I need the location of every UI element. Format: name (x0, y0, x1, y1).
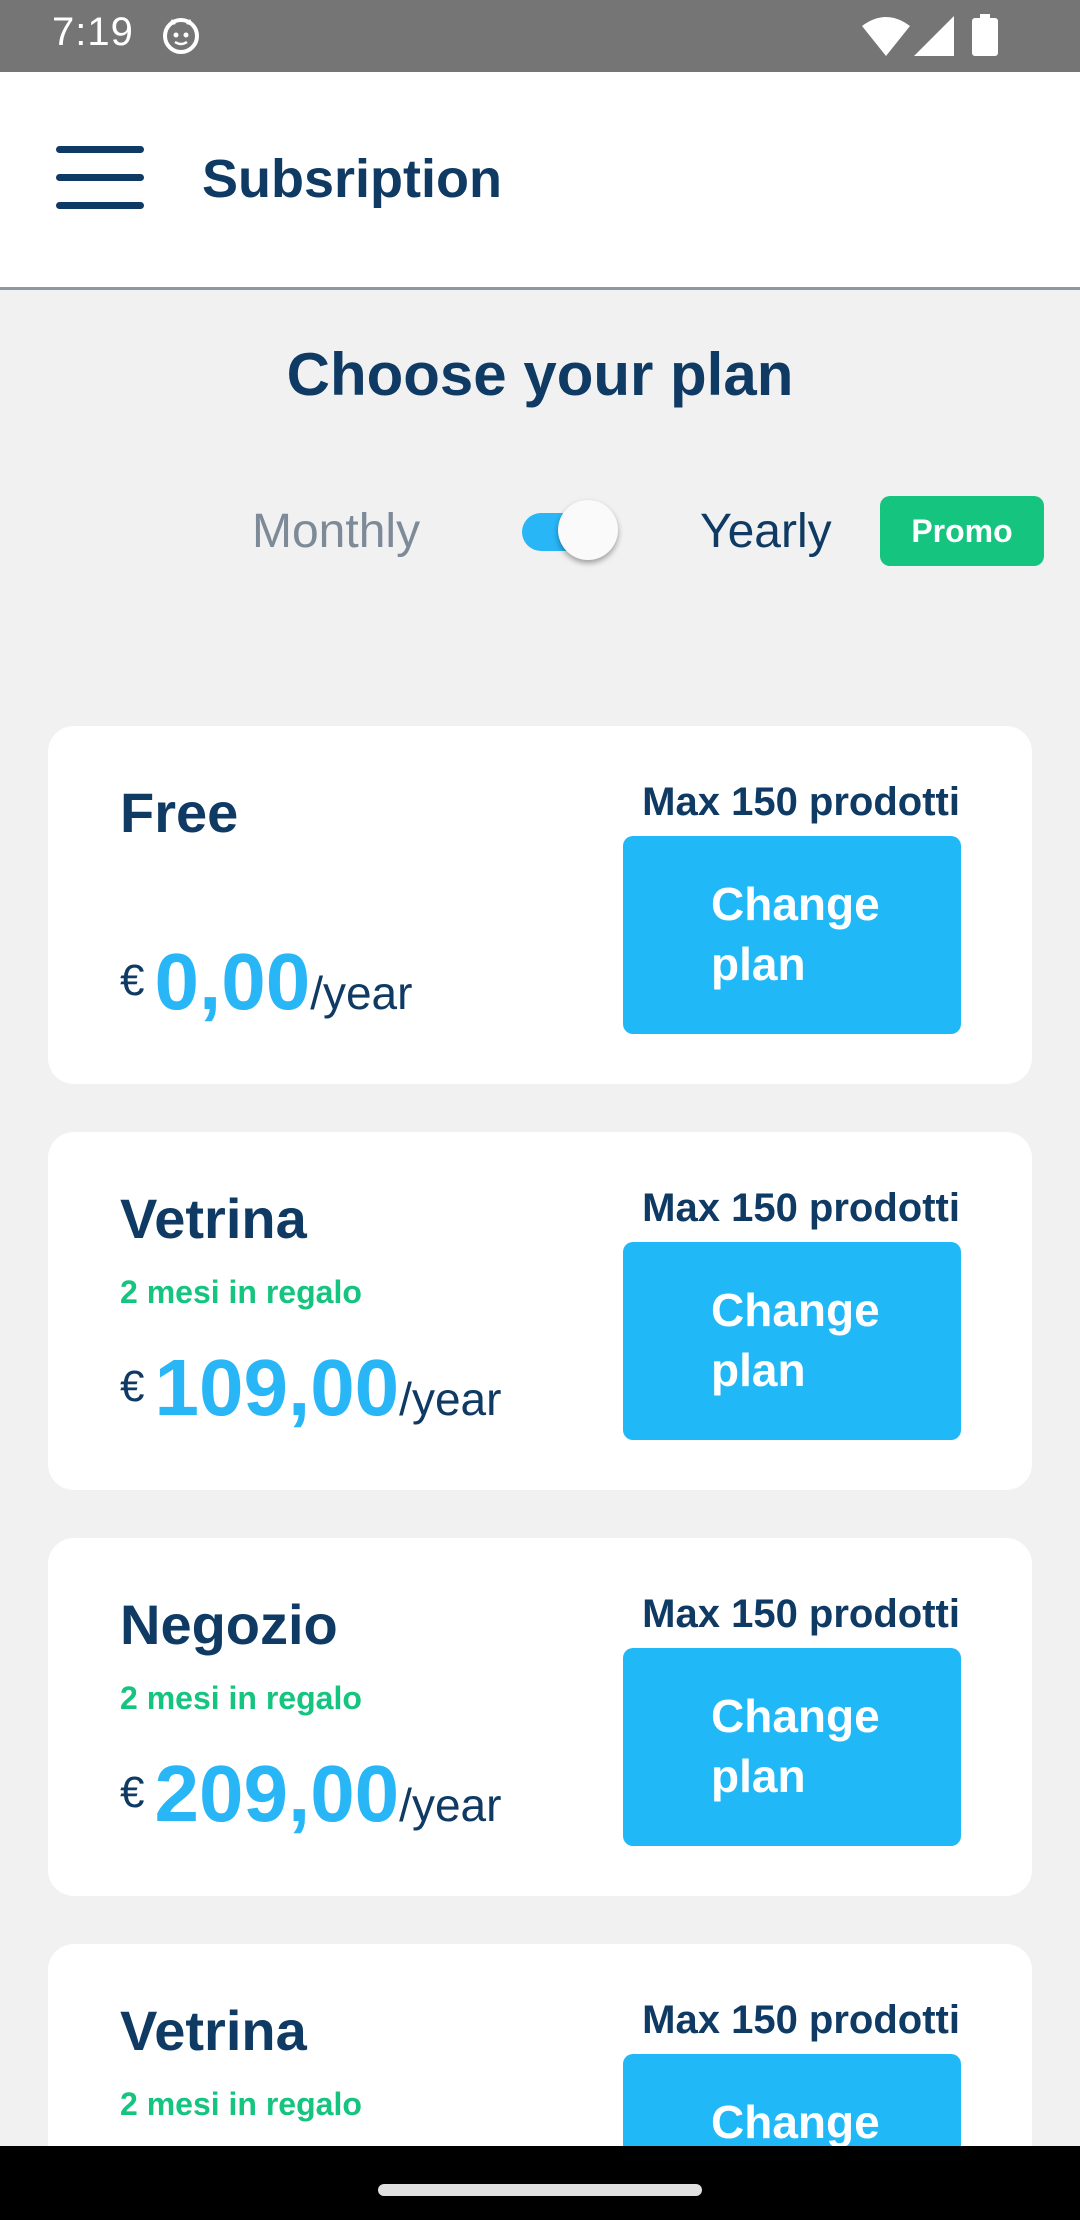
plan-limit: Max 150 prodotti (642, 780, 960, 824)
status-bar: 7:19 (0, 0, 1080, 72)
home-indicator[interactable] (378, 2184, 702, 2196)
price-amount: 209,00 (154, 1749, 400, 1838)
change-plan-button-line2: plan (711, 1750, 806, 1802)
app-title: Subsription (202, 149, 502, 209)
plan-name: Negozio (120, 1593, 338, 1656)
change-plan-button-line1: Change (711, 2096, 880, 2148)
plan-limit: Max 150 prodotti (642, 1186, 960, 1230)
plan-promo-text: 2 mesi in regalo (120, 1274, 362, 1310)
change-plan-button[interactable]: Change plan (623, 1242, 961, 1440)
change-plan-button-line2: plan (711, 938, 806, 990)
price-amount: 0,00 (154, 937, 311, 1026)
plan-card-free: Free Max 150 prodotti €0,00/year Change … (48, 726, 1032, 1084)
change-plan-button-line1: Change (711, 878, 880, 930)
monthly-label[interactable]: Monthly (252, 504, 420, 559)
change-plan-button[interactable]: Change plan (623, 836, 961, 1034)
price-period: /year (399, 1779, 502, 1831)
promo-badge: Promo (880, 496, 1044, 566)
billing-period-toggle[interactable] (520, 500, 618, 560)
plan-promo-text: 2 mesi in regalo (120, 1680, 362, 1716)
system-navigation-bar (0, 2146, 1080, 2220)
change-plan-button-line1: Change (711, 1690, 880, 1742)
plan-price: €109,00/year (120, 1342, 501, 1434)
plan-name: Free (120, 781, 239, 844)
status-time: 7:19 (52, 10, 134, 54)
price-amount: 109,00 (154, 1343, 400, 1432)
change-plan-button[interactable]: Change plan (623, 1648, 961, 1846)
plan-price: €0,00/year (120, 936, 412, 1028)
plan-card-negozio: Negozio 2 mesi in regalo Max 150 prodott… (48, 1538, 1032, 1896)
plan-card-vetrina: Vetrina 2 mesi in regalo Max 150 prodott… (48, 1132, 1032, 1490)
app-bar: Subsription (0, 72, 1080, 290)
page-heading: Choose your plan (286, 341, 794, 408)
price-period: /year (310, 967, 413, 1019)
plan-name: Vetrina (120, 1187, 307, 1250)
price-currency: € (120, 1362, 145, 1411)
toggle-thumb (558, 500, 618, 560)
change-plan-button-line2: plan (711, 1344, 806, 1396)
plan-limit: Max 150 prodotti (642, 1998, 960, 2042)
price-currency: € (120, 956, 145, 1005)
plan-price: €209,00/year (120, 1748, 501, 1840)
plan-name: Vetrina (120, 1999, 307, 2062)
price-period: /year (399, 1373, 502, 1425)
change-plan-button-line1: Change (711, 1284, 880, 1336)
wifi-icon (862, 17, 910, 56)
yearly-label[interactable]: Yearly (700, 504, 832, 559)
signal-icon (914, 16, 954, 56)
plan-promo-text: 2 mesi in regalo (120, 2086, 362, 2122)
hamburger-menu-icon[interactable] (56, 146, 144, 210)
notification-face-icon (163, 18, 199, 54)
price-currency: € (120, 1768, 145, 1817)
plan-limit: Max 150 prodotti (642, 1592, 960, 1636)
battery-icon (972, 14, 998, 56)
